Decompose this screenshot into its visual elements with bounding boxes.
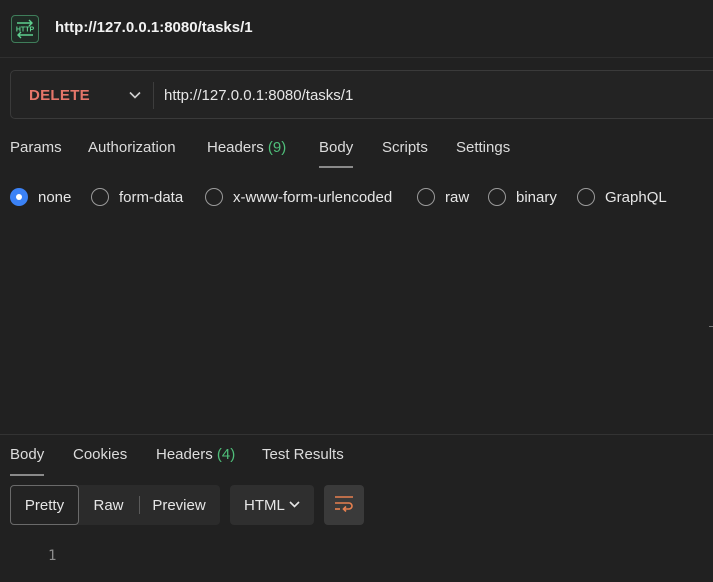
tab-response-headers[interactable]: Headers (4) [156,446,235,463]
line-number: 1 [48,548,57,564]
tab-label: Headers [207,139,264,156]
radio-unchecked[interactable] [577,188,595,206]
body-type-form-data[interactable]: form-data [91,188,183,206]
view-preview-button[interactable]: Preview [143,485,215,525]
tab-settings[interactable]: Settings [456,139,510,156]
http-icon: HTTP [11,15,39,43]
radio-unchecked[interactable] [205,188,223,206]
tab-authorization[interactable]: Authorization [88,139,176,156]
tab-headers[interactable]: Headers (9) [207,139,286,156]
tab-label: Settings [456,139,511,156]
tab-label: Body [10,446,45,463]
radio-label: x-www-form-urlencoded [233,188,393,206]
body-type-options: none form-data x-www-form-urlencoded raw… [0,188,713,212]
radio-unchecked[interactable] [417,188,435,206]
language-select[interactable]: HTML [230,485,314,525]
tab-label: Scripts [382,139,428,156]
headers-count: (9) [267,139,287,156]
tab-params[interactable]: Params [10,139,62,156]
radio-unchecked[interactable] [91,188,109,206]
body-type-x-www-form-urlencoded[interactable]: x-www-form-urlencoded [205,188,392,206]
radio-label: none [38,188,72,206]
tab-scripts[interactable]: Scripts [382,139,428,156]
divider [153,82,154,109]
response-view-mode: Pretty Raw Preview [10,485,220,525]
request-title[interactable]: http://127.0.0.1:8080/tasks/1 [55,19,253,36]
body-type-none[interactable]: none [10,188,71,206]
svg-text:HTTP: HTTP [16,27,35,34]
tab-response-body[interactable]: Body [10,446,45,476]
radio-label: form-data [119,188,184,206]
radio-label: binary [516,188,557,206]
language-label: HTML [244,497,285,514]
tab-label: Authorization [88,139,176,156]
radio-label: GraphQL [605,188,667,206]
tab-label: Test Results [262,446,344,463]
tab-response-test-results[interactable]: Test Results [262,446,344,463]
pane-divider[interactable] [0,434,713,435]
view-pretty-button[interactable]: Pretty [10,485,79,525]
body-type-graphql[interactable]: GraphQL [577,188,667,206]
wrap-lines-icon [334,494,354,516]
divider [139,496,140,514]
method-select[interactable]: DELETE [29,87,90,104]
radio-checked[interactable] [10,188,28,206]
body-type-raw[interactable]: raw [417,188,469,206]
url-input[interactable] [164,87,684,104]
tab-label: Headers [156,446,213,463]
chevron-down-icon [288,498,301,511]
tab-label: Body [319,139,354,156]
wrap-lines-button[interactable] [324,485,364,525]
view-raw-button[interactable]: Raw [81,485,136,525]
url-bar: DELETE [10,70,713,119]
tab-label: Params [10,139,62,156]
chevron-down-icon[interactable] [128,88,142,102]
tab-response-cookies[interactable]: Cookies [73,446,127,463]
headers-count: (4) [216,446,236,463]
pane-resize-handle[interactable] [709,326,713,327]
request-tab-header: HTTP http://127.0.0.1:8080/tasks/1 [0,0,713,58]
tab-body[interactable]: Body [319,139,354,168]
radio-label: raw [445,188,470,206]
body-type-binary[interactable]: binary [488,188,557,206]
radio-unchecked[interactable] [488,188,506,206]
tab-label: Cookies [73,446,128,463]
